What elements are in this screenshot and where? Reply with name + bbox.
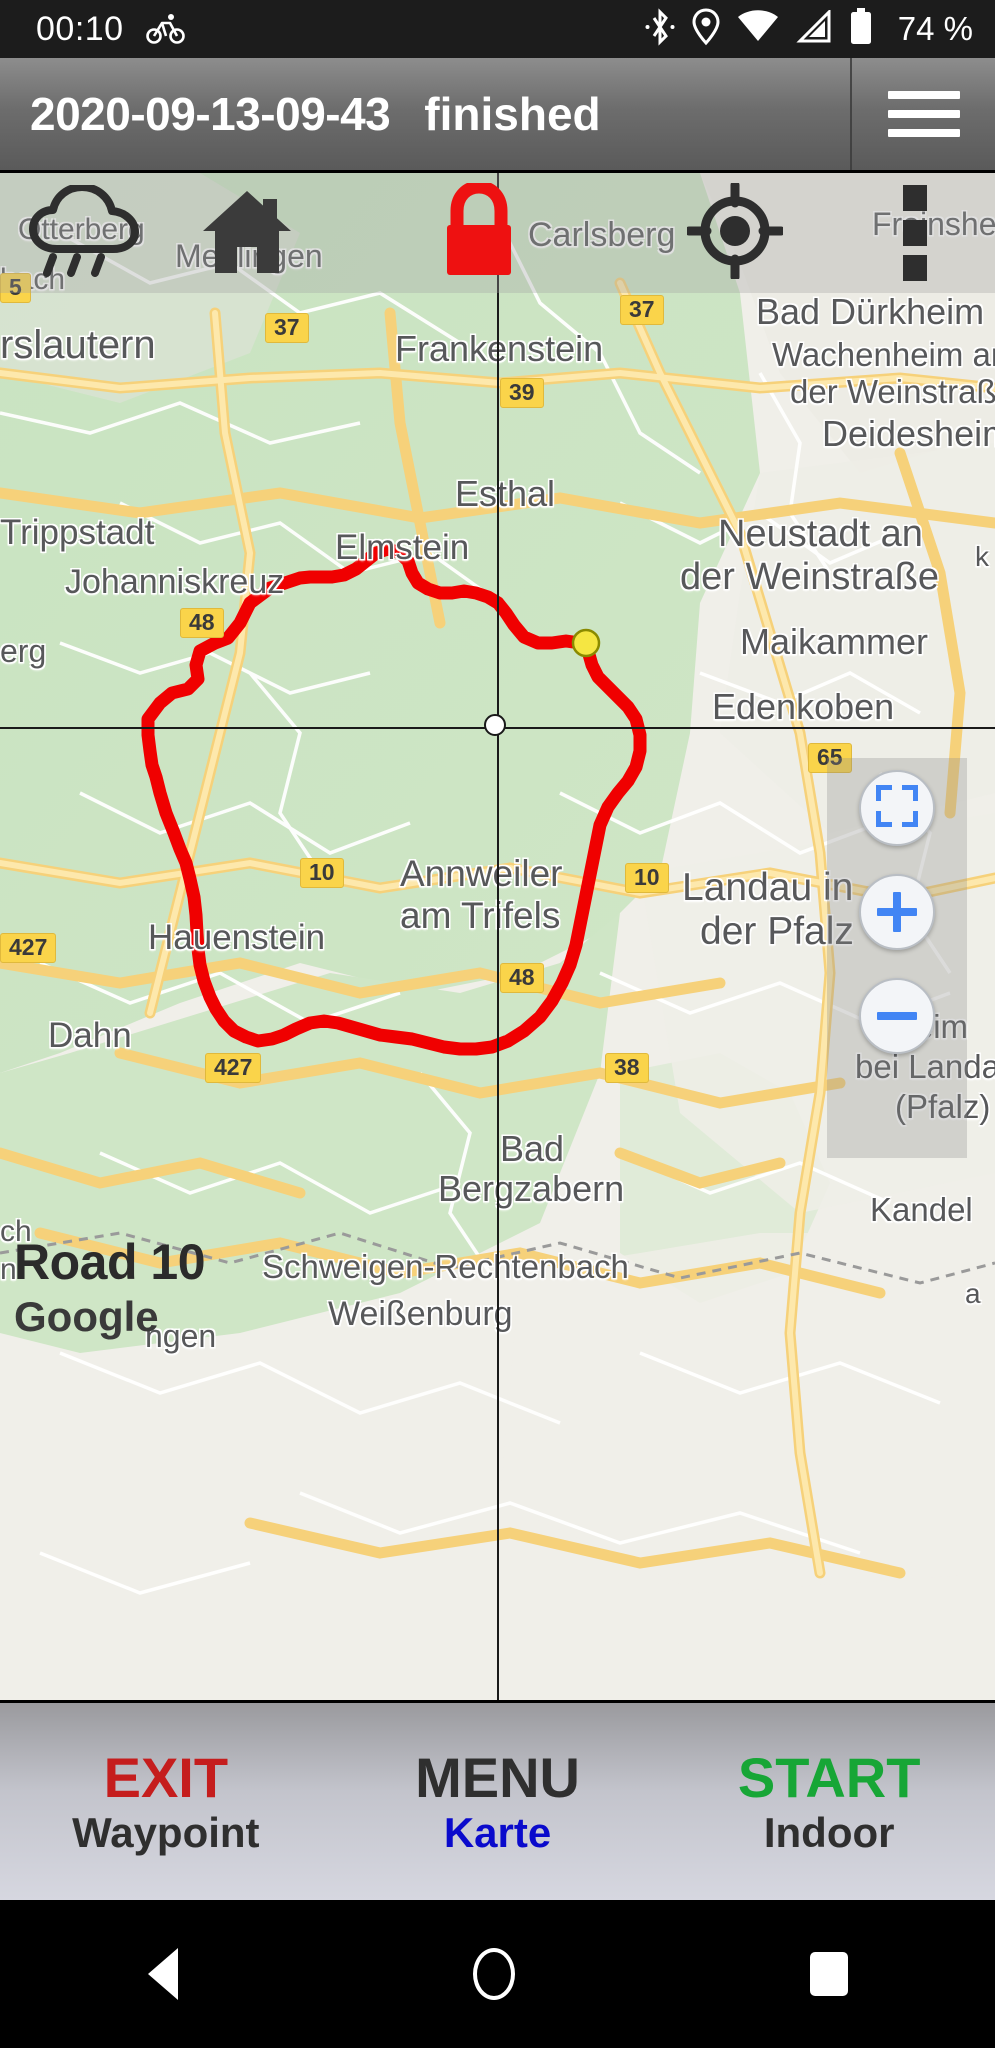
road-shield: 48 (500, 963, 544, 994)
hamburger-icon-bar (887, 110, 960, 118)
crosshair-center-dot (484, 714, 506, 736)
waypoint-label: Waypoint (72, 1808, 260, 1856)
hamburger-menu-button[interactable] (852, 58, 995, 170)
crosshair-vertical-line (497, 173, 499, 1700)
recents-square-icon[interactable] (809, 1952, 848, 1996)
home-circle-icon[interactable] (472, 1948, 515, 2000)
battery-percent: 74 % (897, 10, 973, 47)
indoor-label: Indoor (763, 1808, 895, 1856)
hamburger-icon-bar (887, 91, 960, 99)
title-text-group: 2020-09-13-09-43 finished (0, 87, 850, 141)
exit-waypoint-button[interactable]: EXIT Waypoint (0, 1703, 332, 1900)
road-shield: 37 (265, 313, 309, 344)
bike-icon (145, 13, 186, 45)
start-indoor-button[interactable]: START Indoor (663, 1703, 995, 1900)
zoom-out-button[interactable] (859, 978, 935, 1054)
hamburger-icon-bar (887, 129, 960, 137)
gps-center-button[interactable] (635, 173, 835, 293)
location-icon (692, 7, 720, 51)
plus-icon (877, 892, 917, 932)
lock-icon (439, 179, 519, 284)
fit-bounds-button[interactable] (859, 770, 935, 846)
back-triangle-icon[interactable] (147, 1948, 178, 2000)
road-shield: 427 (205, 1053, 262, 1084)
overflow-menu-button[interactable] (835, 173, 995, 293)
map-road-label: Road 10 (14, 1234, 206, 1290)
road-shield: 427 (0, 933, 57, 964)
wifi-icon (737, 9, 779, 49)
battery-icon (849, 7, 873, 51)
overflow-dot (903, 255, 927, 281)
status-icon-group: 74 % (645, 7, 973, 51)
home-button[interactable] (172, 173, 322, 293)
android-navigation-bar (0, 1900, 995, 2048)
weather-button[interactable] (0, 173, 172, 293)
cell-signal-icon (796, 7, 832, 49)
title-bar: 2020-09-13-09-43 finished (0, 58, 995, 170)
minus-icon (877, 996, 917, 1036)
exit-label: EXIT (103, 1745, 229, 1809)
start-label: START (737, 1745, 921, 1809)
road-shield: 48 (180, 608, 224, 639)
title-divider (850, 58, 852, 170)
home-icon (199, 185, 295, 282)
overflow-menu-icon (903, 185, 927, 281)
map-view[interactable]: OtterbergbachMehlingenCarlsbergFreinshei… (0, 170, 995, 1703)
road-shield: 37 (620, 295, 664, 326)
gps-target-icon (684, 180, 786, 284)
map-overlay-toolbar (0, 173, 995, 293)
lock-button[interactable] (322, 173, 635, 293)
karte-label: Karte (443, 1808, 552, 1856)
overflow-dot (903, 220, 927, 246)
menu-label: MENU (415, 1745, 580, 1809)
bluetooth-icon (645, 7, 675, 51)
rain-cloud-icon (27, 182, 145, 282)
zoom-in-button[interactable] (859, 874, 935, 950)
track-name: 2020-09-13-09-43 (30, 88, 391, 140)
menu-karte-button[interactable]: MENU Karte (332, 1703, 664, 1900)
road-shield: 39 (500, 378, 544, 409)
bottom-button-bar: EXIT Waypoint MENU Karte START Indoor (0, 1703, 995, 1900)
track-status: finished (424, 88, 601, 140)
road-shield: 38 (605, 1053, 649, 1084)
overflow-dot (903, 185, 927, 211)
fit-bounds-icon (875, 783, 919, 832)
road-shield: 10 (625, 863, 669, 894)
zoom-control-panel (827, 758, 967, 1158)
road-shield: 10 (300, 858, 344, 889)
google-attribution: Google (14, 1293, 159, 1340)
status-clock: 00:10 (36, 9, 124, 48)
status-bar: 00:10 74 % (0, 0, 995, 58)
